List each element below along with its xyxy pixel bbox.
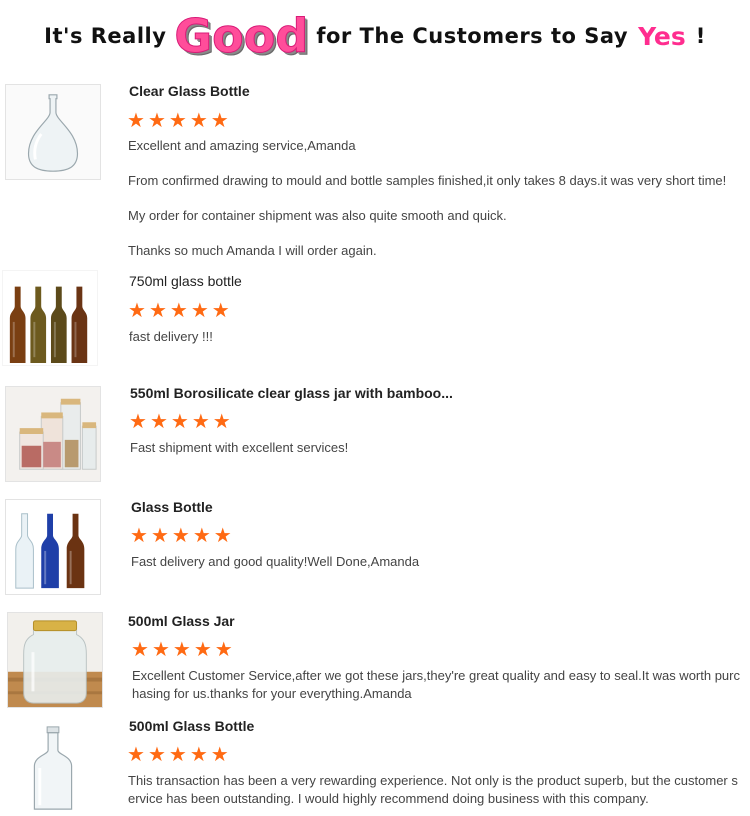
- star-icon: ★: [127, 110, 145, 132]
- review-title: Clear Glass Bottle: [129, 83, 250, 99]
- star-icon: ★: [212, 411, 231, 433]
- product-thumbnail[interactable]: [2, 270, 98, 366]
- headline-part1: It's Really: [44, 24, 167, 48]
- product-thumbnail[interactable]: [5, 720, 101, 816]
- star-icon: ★: [128, 300, 146, 322]
- star-icon: ★: [210, 110, 229, 132]
- headline-yes: Yes: [638, 21, 686, 51]
- headline-banner: It's Really Good for The Customers to Sa…: [0, 0, 750, 72]
- beer-bottles-image: [6, 500, 100, 594]
- star-rating: ★ ★ ★ ★ ★: [128, 301, 230, 321]
- review-text: Fast delivery and good quality!Well Done…: [131, 554, 420, 569]
- product-thumbnail[interactable]: [5, 84, 101, 180]
- star-icon: ★: [150, 525, 169, 547]
- star-icon: ★: [130, 525, 148, 547]
- amber-wine-bottles-image: [3, 271, 97, 365]
- review-text: Excellent and amazing service,Amanda: [128, 138, 356, 153]
- star-icon: ★: [129, 411, 147, 433]
- star-icon: ★: [191, 411, 210, 433]
- headline-good: Good: [174, 9, 309, 64]
- star-icon: ★: [210, 744, 229, 766]
- star-icon: ★: [170, 411, 189, 433]
- review-text: fast delivery !!!: [129, 329, 213, 344]
- star-rating: ★ ★ ★ ★ ★: [127, 745, 229, 765]
- product-thumbnail[interactable]: [5, 499, 101, 595]
- star-icon: ★: [171, 525, 190, 547]
- star-icon: ★: [149, 411, 168, 433]
- glass-jar-gold-lid-image: [8, 613, 102, 707]
- star-icon: ★: [192, 525, 211, 547]
- star-icon: ★: [193, 639, 212, 661]
- star-icon: ★: [148, 300, 167, 322]
- headline-end: !: [695, 24, 706, 48]
- glass-jars-bamboo-lids-image: [6, 387, 100, 481]
- review-text: Fast shipment with excellent services!: [130, 440, 349, 455]
- headline-part2: for The Customers to Say: [316, 24, 629, 48]
- star-icon: ★: [189, 110, 208, 132]
- star-icon: ★: [147, 110, 166, 132]
- review-text: From confirmed drawing to mould and bott…: [128, 173, 727, 188]
- product-thumbnail[interactable]: [5, 386, 101, 482]
- review-text: Thanks so much Amanda I will order again…: [128, 243, 377, 258]
- star-rating: ★ ★ ★ ★ ★: [131, 640, 233, 660]
- review-title: 500ml Glass Bottle: [129, 718, 255, 734]
- star-icon: ★: [131, 639, 149, 661]
- clear-pear-bottle-image: [6, 85, 100, 179]
- star-rating: ★ ★ ★ ★ ★: [127, 111, 229, 131]
- review-title: 750ml glass bottle: [129, 273, 242, 289]
- star-icon: ★: [147, 744, 166, 766]
- review-text: Excellent Customer Service,after we got …: [132, 668, 740, 701]
- star-icon: ★: [168, 110, 187, 132]
- star-icon: ★: [169, 300, 188, 322]
- review-title: Glass Bottle: [131, 499, 213, 515]
- star-rating: ★ ★ ★ ★ ★: [130, 526, 232, 546]
- star-icon: ★: [127, 744, 145, 766]
- review-title: 500ml Glass Jar: [128, 613, 235, 629]
- clear-liquor-bottle-image: [6, 721, 100, 815]
- star-icon: ★: [214, 639, 233, 661]
- product-thumbnail[interactable]: [7, 612, 103, 708]
- star-icon: ★: [189, 744, 208, 766]
- star-icon: ★: [151, 639, 170, 661]
- star-icon: ★: [190, 300, 209, 322]
- star-icon: ★: [211, 300, 230, 322]
- star-icon: ★: [168, 744, 187, 766]
- star-icon: ★: [172, 639, 191, 661]
- star-icon: ★: [213, 525, 232, 547]
- star-rating: ★ ★ ★ ★ ★: [129, 412, 231, 432]
- review-title: 550ml Borosilicate clear glass jar with …: [130, 385, 453, 401]
- review-text: My order for container shipment was also…: [128, 208, 507, 223]
- review-text: This transaction has been a very rewardi…: [128, 773, 738, 806]
